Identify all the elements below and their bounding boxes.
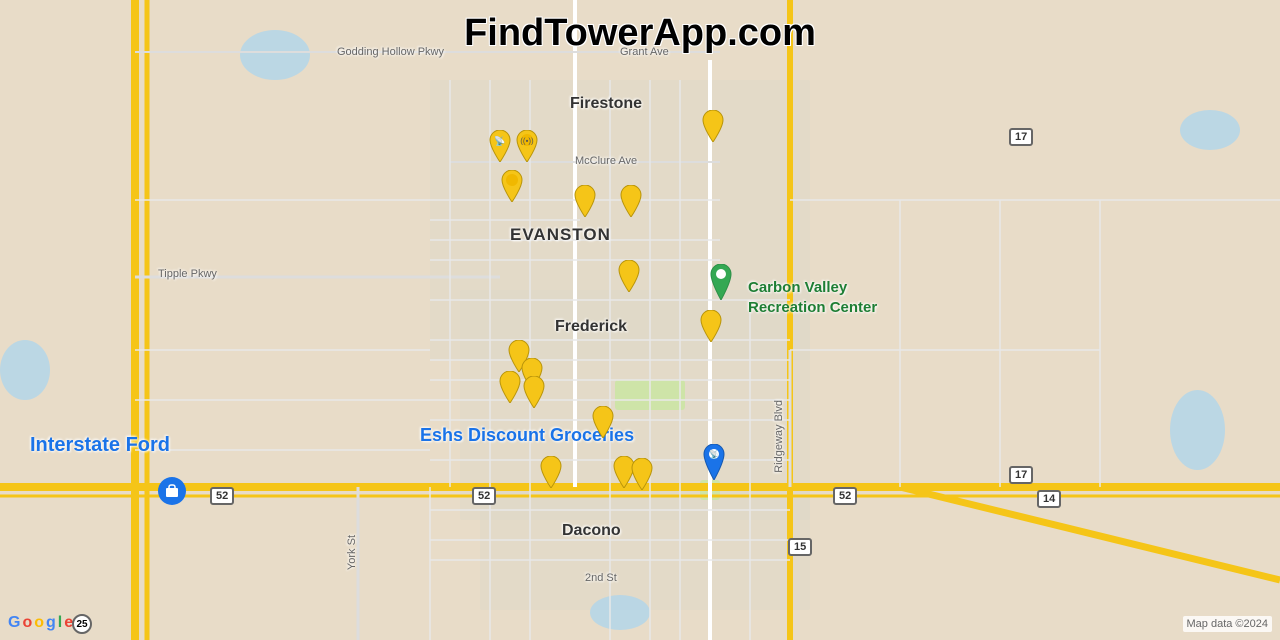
google-l: l xyxy=(58,614,62,632)
google-o2: o xyxy=(34,614,44,632)
label-tipple: Tipple Pkwy xyxy=(158,268,217,280)
route-shield-15: 15 xyxy=(788,538,812,556)
label-interstate-ford[interactable]: Interstate Ford xyxy=(30,434,170,457)
blue-location-pin[interactable]: 📡 xyxy=(700,444,728,480)
svg-text:📡: 📡 xyxy=(709,449,719,459)
svg-text:((•)): ((•)) xyxy=(520,137,534,146)
tower-pin-2[interactable]: ((•)) xyxy=(514,130,540,162)
map-attribution: Map data ©2024 xyxy=(1183,616,1273,632)
label-firestone: Firestone xyxy=(570,95,642,113)
svg-text:📡: 📡 xyxy=(494,135,505,146)
tower-pin-11[interactable] xyxy=(521,376,547,408)
route-shield-14: 14 xyxy=(1037,490,1061,508)
tower-pin-12[interactable] xyxy=(590,406,616,438)
tower-pin-4[interactable] xyxy=(572,185,598,217)
tower-pin-5[interactable] xyxy=(618,185,644,217)
tower-pin-10[interactable] xyxy=(497,371,523,403)
label-dacono: Dacono xyxy=(562,522,621,540)
tower-pin-13[interactable] xyxy=(538,456,564,488)
map-container: FindTowerApp.com Firestone McClure Ave E… xyxy=(0,0,1280,640)
scale-badge: 25 xyxy=(72,614,92,634)
route-shield-52-w: 52 xyxy=(210,487,234,505)
google-logo: G o o g l e xyxy=(8,614,73,632)
label-mcclure: McClure Ave xyxy=(575,155,637,167)
route-shield-52-mid: 52 xyxy=(472,487,496,505)
site-title: FindTowerApp.com xyxy=(464,12,816,55)
route-shield-17-ne: 17 xyxy=(1009,128,1033,146)
label-godding: Godding Hollow Pkwy xyxy=(337,46,444,58)
green-location-pin[interactable] xyxy=(707,264,735,300)
tower-pin-16[interactable] xyxy=(698,310,724,342)
tower-pin-7[interactable] xyxy=(700,110,726,142)
google-g2: g xyxy=(46,614,56,632)
tower-pin-15[interactable] xyxy=(629,458,655,490)
label-york: York St xyxy=(346,535,358,570)
tower-pin-1[interactable]: 📡 xyxy=(487,130,513,162)
label-frederick: Frederick xyxy=(555,318,627,336)
tower-pin-6[interactable] xyxy=(616,260,642,292)
label-carbon-valley: Carbon ValleyRecreation Center xyxy=(748,278,877,317)
google-g: G xyxy=(8,614,20,632)
route-shield-17-se: 17 xyxy=(1009,466,1033,484)
tower-pin-3[interactable] xyxy=(499,170,525,202)
label-evanston: EVANSTON xyxy=(510,225,611,245)
label-2nd-st: 2nd St xyxy=(585,572,617,584)
shopping-marker[interactable] xyxy=(158,477,186,505)
google-o1: o xyxy=(22,614,32,632)
route-shield-52-e: 52 xyxy=(833,487,857,505)
label-ridgeway: Ridgeway Blvd xyxy=(773,400,785,473)
